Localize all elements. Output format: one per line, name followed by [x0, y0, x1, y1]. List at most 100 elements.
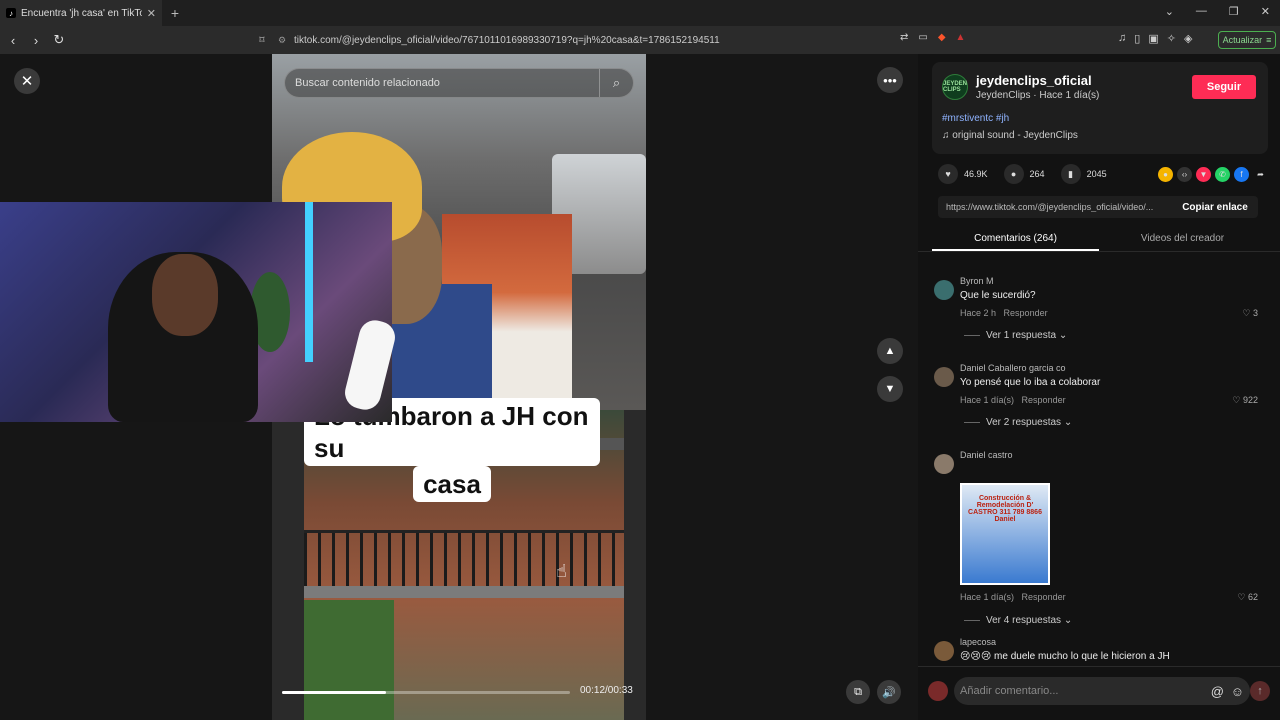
user-avatar — [928, 681, 948, 701]
send-button[interactable]: ↑ — [1250, 681, 1270, 701]
commenter-name[interactable]: Daniel castro — [960, 450, 1013, 460]
update-label: Actualizar — [1222, 35, 1263, 45]
close-viewer-button[interactable]: ✕ — [14, 68, 40, 94]
reply-button[interactable]: Responder — [1004, 308, 1048, 318]
chevron-down-icon[interactable]: ⌄ — [1165, 5, 1174, 18]
mouse-cursor-icon: ☝ — [556, 561, 567, 581]
url-field[interactable]: ⌑ ⚙ tiktok.com/@jeydenclips_oficial/vide… — [250, 29, 1000, 51]
arrow-up-icon: ↑ — [1257, 685, 1263, 697]
vpn-icon[interactable]: ◈ — [1184, 32, 1192, 45]
comment-time: Hace 1 día(s) — [960, 592, 1015, 602]
like-stat[interactable]: ♥ 46.9K — [938, 164, 988, 184]
comment-text: 😢😢😢 me duele mucho lo que le hicieron a … — [960, 651, 1170, 662]
comment-like[interactable]: ♡ 3 — [1242, 308, 1258, 319]
restore-icon[interactable]: ❐ — [1229, 5, 1239, 18]
comment-meta: Hace 1 día(s) Responder — [960, 592, 1066, 602]
commenter-avatar[interactable] — [934, 367, 954, 387]
rewards-icon[interactable]: ▲ — [956, 32, 966, 43]
tab-creator-videos[interactable]: Videos del creador — [1099, 227, 1266, 251]
comment-icon[interactable]: ● — [1003, 164, 1024, 184]
commenter-avatar[interactable] — [934, 641, 954, 661]
comment-like[interactable]: ♡ 922 — [1232, 395, 1258, 406]
heart-icon[interactable]: ♥ — [938, 164, 958, 184]
share-icons: ● ‹› ▼ ✆ f ➦ — [1158, 166, 1268, 182]
comment-input[interactable]: Añadir comentario... @ ☺ — [954, 677, 1250, 705]
update-button[interactable]: Actualizar ≡ — [1218, 31, 1276, 49]
ring-light — [341, 316, 399, 414]
whatsapp-icon[interactable]: ✆ — [1215, 166, 1230, 182]
commenter-avatar[interactable] — [934, 454, 954, 474]
bookmark-icon[interactable]: ⌑ — [250, 35, 274, 46]
commenter-name[interactable]: Daniel Caballero garcia co — [960, 363, 1066, 373]
balcony-floor — [304, 586, 624, 598]
view-replies-button[interactable]: Ver 4 respuestas ⌄ — [964, 615, 1072, 626]
next-video-button[interactable]: ▼ — [877, 376, 903, 402]
volume-button[interactable]: 🔊 — [877, 680, 901, 704]
sound-link[interactable]: ♫ original sound - JeydenClips — [942, 130, 1078, 141]
neon-light — [305, 202, 313, 362]
share-arrow-icon[interactable]: ➦ — [1253, 167, 1268, 182]
bookmark-icon[interactable]: ▮ — [1060, 164, 1081, 184]
creator-username[interactable]: jeydenclips_oficial — [976, 73, 1092, 88]
sidebar-icon[interactable]: ▯ — [1134, 32, 1140, 45]
reload-icon[interactable]: ↻ — [49, 32, 69, 48]
leo-ai-icon[interactable]: ✧ — [1167, 32, 1176, 45]
chevron-down-icon: ⌄ — [1063, 417, 1073, 428]
tab-title: Encuentra 'jh casa' en TikTok — [21, 7, 142, 19]
back-icon[interactable]: ‹ — [3, 33, 23, 48]
translate-icon[interactable]: ⇄ — [900, 32, 908, 43]
commenter-name[interactable]: lapecosa — [960, 637, 996, 647]
view-replies-button[interactable]: Ver 1 respuesta ⌄ — [964, 330, 1067, 341]
wallet-icon[interactable]: ▣ — [1148, 32, 1158, 45]
search-icon[interactable]: ⌕ — [599, 69, 633, 97]
comment-image[interactable]: Construcción & Remodelación D' CASTRO 31… — [960, 483, 1050, 585]
comment-like-count: 62 — [1247, 592, 1258, 602]
minimize-icon[interactable]: — — [1196, 5, 1207, 18]
new-tab-button[interactable]: + — [162, 5, 188, 21]
browser-tab-bar: ♪ Encuentra 'jh casa' en TikTok ✕ + ⌄ — … — [0, 0, 1280, 26]
creator-avatar[interactable]: JEYDEN CLIPS — [942, 74, 968, 100]
chevron-down-icon: ⌄ — [1058, 330, 1068, 341]
embed-icon[interactable]: ‹› — [1177, 166, 1192, 182]
pip-icon: ⧉ — [854, 685, 862, 698]
close-icon: ✕ — [20, 73, 34, 90]
plants — [304, 600, 394, 720]
send-to-friend-icon[interactable]: ▼ — [1196, 166, 1211, 182]
commenter-name[interactable]: Byron M — [960, 276, 994, 286]
forward-icon[interactable]: › — [26, 33, 46, 48]
url-text: tiktok.com/@jeydenclips_oficial/video/76… — [294, 34, 720, 46]
caption-line-2: casa — [413, 466, 491, 502]
tab-comments[interactable]: Comentarios (264) — [932, 227, 1099, 251]
reply-button[interactable]: Responder — [1022, 395, 1066, 405]
media-icon[interactable]: ♫ — [1118, 32, 1126, 45]
comment-stat[interactable]: ● 264 — [1003, 164, 1045, 184]
browser-tab-tiktok[interactable]: ♪ Encuentra 'jh casa' en TikTok ✕ — [0, 0, 162, 26]
facebook-icon[interactable]: f — [1234, 166, 1249, 182]
share-link-text[interactable]: https://www.tiktok.com/@jeydenclips_ofic… — [938, 202, 1172, 212]
emoji-icon[interactable]: ☺ — [1231, 684, 1244, 699]
view-replies-label: Ver 2 respuestas — [986, 417, 1062, 428]
save-stat[interactable]: ▮ 2045 — [1060, 164, 1107, 184]
mention-icon[interactable]: @ — [1211, 684, 1224, 699]
comment-like[interactable]: ♡ 62 — [1237, 592, 1258, 603]
follow-button[interactable]: Seguir — [1192, 75, 1256, 99]
copy-link-button[interactable]: Copiar enlace — [1172, 202, 1258, 213]
view-replies-button[interactable]: Ver 2 respuestas ⌄ — [964, 417, 1072, 428]
video-progress-bar[interactable] — [282, 691, 570, 694]
cast-icon[interactable]: ▭ — [918, 32, 927, 43]
hashtags[interactable]: #mrstiventc #jh — [942, 113, 1009, 124]
friends-share-icon[interactable]: ● — [1158, 166, 1173, 182]
brave-shield-icon[interactable]: ◆ — [938, 32, 946, 43]
like-count: 46.9K — [964, 169, 988, 179]
more-options-button[interactable]: ••• — [877, 67, 903, 93]
video-time: 00:12/00:33 — [580, 685, 633, 696]
reply-button[interactable]: Responder — [1022, 592, 1066, 602]
close-tab-icon[interactable]: ✕ — [147, 7, 156, 20]
site-info-icon[interactable]: ⚙ — [274, 35, 290, 46]
commenter-avatar[interactable] — [934, 280, 954, 300]
related-search-input[interactable]: Buscar contenido relacionado ⌕ — [284, 68, 634, 98]
pip-button[interactable]: ⧉ — [846, 680, 870, 704]
close-window-icon[interactable]: ✕ — [1261, 5, 1270, 18]
comment-count: 264 — [1029, 169, 1045, 179]
previous-video-button[interactable]: ▲ — [877, 338, 903, 364]
